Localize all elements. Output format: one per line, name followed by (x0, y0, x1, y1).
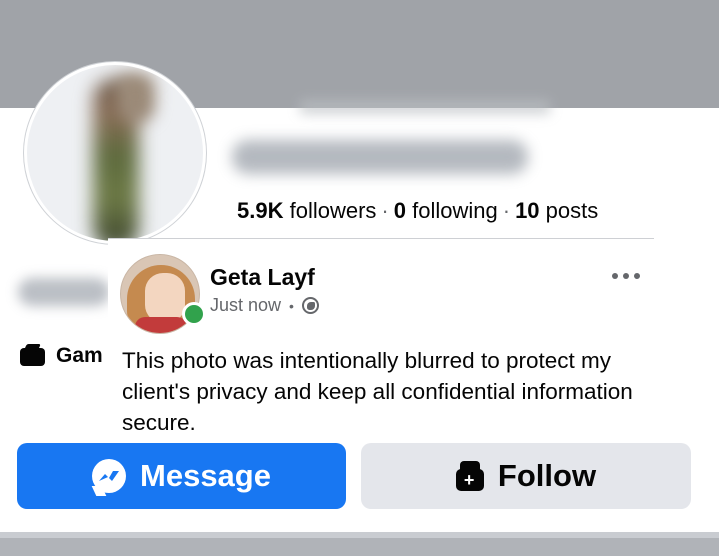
blurred-photo-head (117, 73, 155, 121)
more-dot (634, 273, 640, 279)
globe-icon[interactable] (301, 297, 319, 314)
follow-icon: + (455, 461, 484, 491)
followers-label[interactable]: followers (290, 198, 377, 223)
stats-separator: · (381, 198, 389, 223)
avatar-shirt (135, 317, 187, 333)
post-timestamp[interactable]: Just now (210, 295, 281, 316)
followers-count[interactable]: 5.9K (237, 198, 283, 223)
following-label[interactable]: following (412, 198, 498, 223)
message-button-label: Message (140, 458, 271, 493)
follow-button[interactable]: + Follow (361, 443, 691, 509)
post-text: This photo was intentionally blurred to … (122, 348, 633, 435)
messenger-icon (92, 459, 127, 493)
online-status-dot (182, 302, 206, 326)
avatar-face (145, 273, 185, 323)
bottom-divider (0, 532, 719, 556)
blurred-profile-name (232, 140, 528, 174)
post-meta: Just now • (210, 295, 319, 316)
profile-stats: 5.9K followers · 0 following · 10 posts (237, 198, 598, 224)
plus-icon: + (463, 470, 475, 490)
stats-separator: · (502, 198, 511, 223)
posts-count: 10 (515, 198, 540, 223)
profile-avatar[interactable] (24, 62, 206, 244)
poster-name[interactable]: Geta Layf (210, 264, 315, 291)
video-game-icon (20, 346, 45, 366)
more-horizontal-icon[interactable] (606, 264, 646, 288)
message-button[interactable]: Message (17, 443, 346, 509)
following-count[interactable]: 0 (394, 198, 406, 223)
more-dot (623, 273, 629, 279)
blurred-text (18, 278, 110, 306)
follow-button-label: Follow (497, 458, 597, 493)
more-dot (612, 273, 618, 279)
meta-separator: • (289, 297, 294, 314)
post-card: Geta Layf Just now • This photo was inte… (108, 239, 654, 439)
blurred-cover-detail (300, 100, 550, 114)
intro-game-label: Gam (56, 344, 103, 367)
posts-label: posts (545, 198, 599, 223)
intro-game-item[interactable]: Gam (20, 344, 103, 368)
